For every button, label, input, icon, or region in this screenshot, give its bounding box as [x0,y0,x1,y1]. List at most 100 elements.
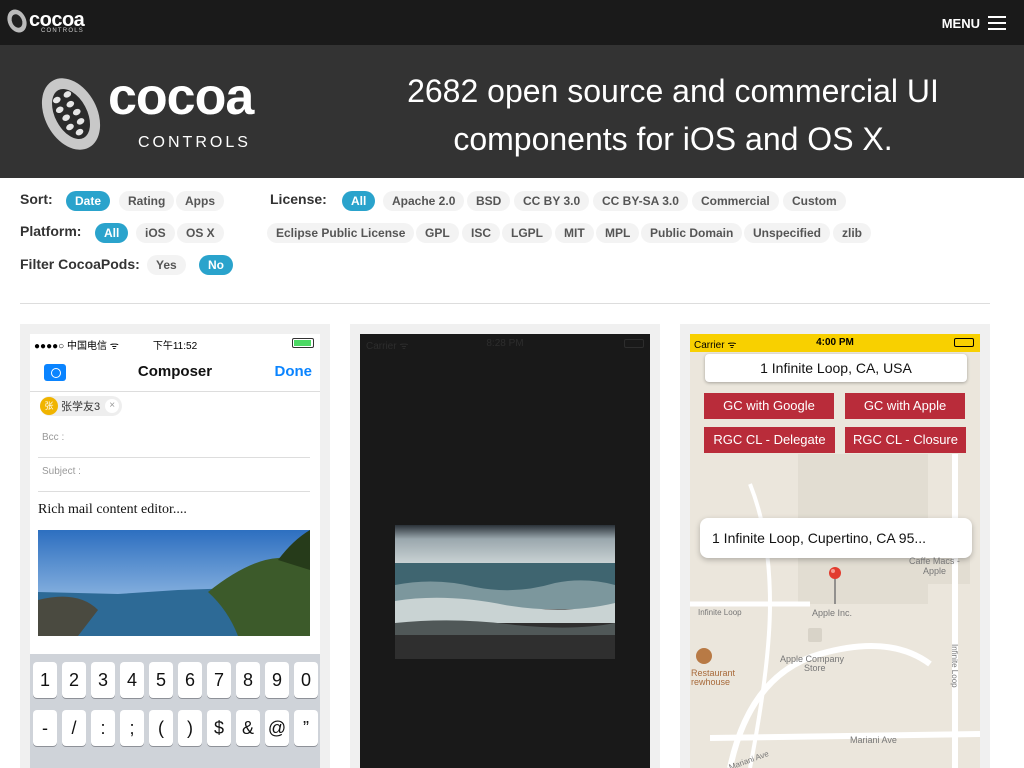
key-1-2[interactable]: : [91,710,115,746]
composer-screenshot: ●●●●○ 中国电信 ᯤ 下午11:52 Composer Done 张 张学友… [30,334,320,768]
map-label-infinite-loop-vertical: Infinite Loop [950,644,959,688]
key-0-2[interactable]: 3 [91,662,115,698]
license-zlib[interactable]: zlib [833,223,871,243]
photo-screenshot: Carrier ᯤ 8:28 PM [360,334,650,768]
avatar: 张 [40,397,58,415]
component-card-map[interactable]: Carrier ᯤ 4:00 PM 1 Infinite Loop, CA, U… [680,324,990,768]
license-mpl[interactable]: MPL [596,223,640,243]
status-bar: ●●●●○ 中国电信 ᯤ 下午11:52 [30,334,320,352]
key-0-3[interactable]: 4 [120,662,144,698]
key-1-8[interactable]: @ [265,710,289,746]
close-icon[interactable]: × [105,399,120,413]
license-all[interactable]: All [342,191,376,211]
key-1-5[interactable]: ) [178,710,202,746]
key-1-3[interactable]: ; [120,710,144,746]
key-1-0[interactable]: - [33,710,57,746]
address-search-field[interactable]: 1 Infinite Loop, CA, USA [705,354,967,382]
key-0-9[interactable]: 0 [294,662,318,698]
sort-rating[interactable]: Rating [119,191,175,211]
sort-date[interactable]: Date [66,191,111,211]
status-bar: Carrier ᯤ 4:00 PM [690,334,980,352]
cocoa-pod-logo-icon [41,78,101,150]
license-cc-by-sa[interactable]: CC BY-SA 3.0 [593,191,688,211]
top-bar: cocoa CONTROLS MENU [0,0,1024,45]
hero-tagline: 2682 open source and commercial UI compo… [378,67,968,163]
license-custom[interactable]: Custom [783,191,846,211]
map-label-mariani-ave: Mariani Ave [850,735,897,745]
key-0-0[interactable]: 1 [33,662,57,698]
key-1-4[interactable]: ( [149,710,173,746]
key-0-4[interactable]: 5 [149,662,173,698]
key-0-1[interactable]: 2 [62,662,86,698]
license-isc[interactable]: ISC [462,223,501,243]
tagline-line-1: 2682 open source and commercial UI [407,73,939,109]
key-1-7[interactable]: & [236,710,260,746]
key-1-1[interactable]: / [62,710,86,746]
license-unspecified[interactable]: Unspecified [744,223,831,243]
battery-icon [292,338,314,348]
license-label: License: [270,191,327,207]
map-label-brewhouse: rewhouse [691,677,731,687]
license-public-domain[interactable]: Public Domain [641,223,743,243]
license-mit[interactable]: MIT [555,223,594,243]
license-apache[interactable]: Apache 2.0 [383,191,465,211]
subject-field[interactable]: Subject : [38,458,310,492]
hero-banner: cocoa CONTROLS 2682 open source and comm… [0,45,1024,178]
license-eclipse[interactable]: Eclipse Public License [267,223,415,243]
cocoapods-yes[interactable]: Yes [147,255,186,275]
battery-icon [954,338,974,347]
map-screenshot: Carrier ᯤ 4:00 PM 1 Infinite Loop, CA, U… [690,334,980,768]
map-label-apple: Apple [923,566,947,576]
geocode-google-button[interactable]: GC with Google [704,393,834,419]
platform-all[interactable]: All [95,223,129,243]
sort-apps[interactable]: Apps [176,191,224,211]
key-1-9[interactable]: ” [294,710,318,746]
license-bsd[interactable]: BSD [467,191,511,211]
sort-label: Sort: [20,191,53,207]
cocoapods-no[interactable]: No [199,255,233,275]
numeric-keyboard: 1 2 3 4 5 6 7 8 9 0 - /:;() $ & @” [30,654,320,768]
brand-subtitle: CONTROLS [41,28,84,34]
key-0-5[interactable]: 6 [178,662,202,698]
status-time: 8:28 PM [486,338,524,349]
platform-ios[interactable]: iOS [136,223,175,243]
composer-nav-bar: Composer Done [30,352,320,392]
map-pin-icon[interactable] [828,566,842,606]
license-commercial[interactable]: Commercial [692,191,779,211]
battery-icon [624,339,644,348]
platform-osx[interactable]: OS X [177,223,224,243]
status-time: 4:00 PM [816,337,854,348]
reverse-geocode-closure-button[interactable]: RGC CL - Closure [845,427,966,453]
map-callout[interactable]: 1 Infinite Loop, Cupertino, CA 95... [700,518,972,558]
body-text[interactable]: Rich mail content editor.... [38,502,187,518]
component-card-photo[interactable]: Carrier ᯤ 8:28 PM [350,324,660,768]
tagline-line-2: components for iOS and OS X. [453,121,893,157]
key-0-6[interactable]: 7 [207,662,231,698]
key-0-8[interactable]: 9 [265,662,289,698]
key-1-6[interactable]: $ [207,710,231,746]
bcc-field[interactable]: Bcc : [38,424,310,458]
recipient-name: 张学友3 [61,401,101,413]
map-label-caffe-macs: Caffe Macs - [909,556,960,566]
panorama-image [38,530,310,636]
hero-wordmark: cocoa [108,68,254,126]
license-gpl[interactable]: GPL [416,223,459,243]
menu-label: MENU [941,15,980,31]
reverse-geocode-delegate-button[interactable]: RGC CL - Delegate [704,427,835,453]
map-label-infinite-loop: Infinite Loop [698,608,742,617]
status-time: 下午11:52 [152,341,198,352]
recipient-chip[interactable]: 张 张学友3 × [40,396,123,416]
geocode-apple-button[interactable]: GC with Apple [845,393,965,419]
key-0-7[interactable]: 8 [236,662,260,698]
license-lgpl[interactable]: LGPL [502,223,552,243]
license-cc-by[interactable]: CC BY 3.0 [514,191,590,211]
status-bar: Carrier ᯤ 8:28 PM [360,336,650,352]
platform-label: Platform: [20,223,82,239]
filter-divider [20,303,990,304]
done-button[interactable]: Done [275,363,313,380]
restaurant-icon[interactable] [696,648,712,664]
menu-button[interactable]: MENU [942,12,1006,34]
cocoapods-label: Filter CocoaPods: [20,256,140,272]
hero-subtitle: CONTROLS [138,134,251,151]
component-card-composer[interactable]: ●●●●○ 中国电信 ᯤ 下午11:52 Composer Done 张 张学友… [20,324,330,768]
